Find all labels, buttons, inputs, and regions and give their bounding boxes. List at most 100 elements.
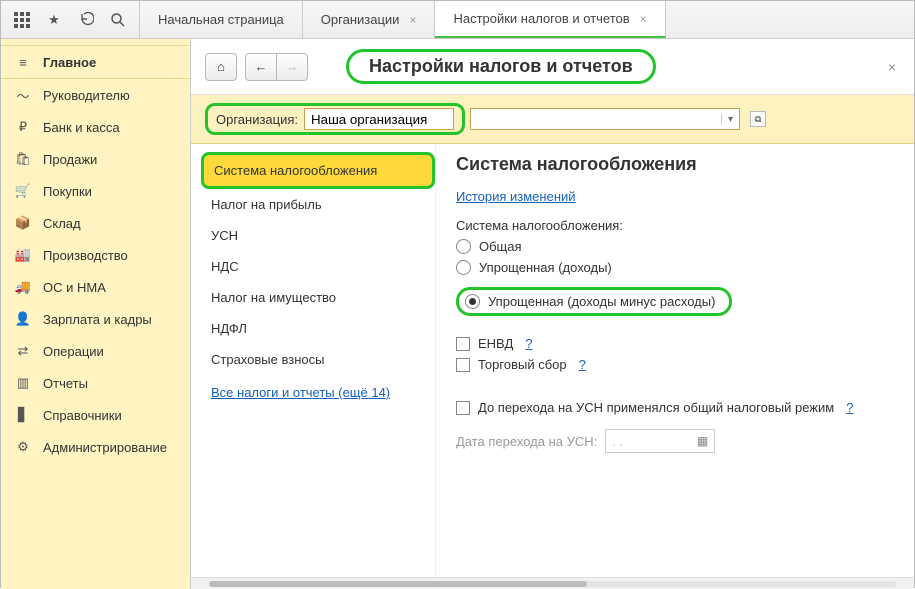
sidebar-item-admin[interactable]: ⚙Администрирование	[1, 431, 190, 463]
help-icon[interactable]: ?	[846, 400, 853, 415]
organization-select[interactable]: ▾	[470, 108, 740, 130]
sidebar-item-hr[interactable]: 👤 Зарплата и кадры	[1, 303, 190, 335]
sidebar-item-reports[interactable]: ▥ Отчеты	[1, 367, 190, 399]
checkbox-icon[interactable]	[456, 358, 470, 372]
section-profit-tax[interactable]: Налог на прибыль	[201, 189, 435, 220]
tab-organizations[interactable]: Организации×	[303, 1, 436, 38]
sidebar-item-purchases[interactable]: 🛒Покупки	[1, 175, 190, 207]
arrow-right-icon: →	[286, 59, 299, 74]
person-icon: 👤	[15, 311, 31, 327]
sidebar-item-bank[interactable]: ₽ Банк и касса	[1, 111, 190, 143]
radio-label: Упрощенная (доходы)	[479, 260, 612, 275]
all-taxes-link[interactable]: Все налоги и отчеты (ещё 14)	[201, 375, 400, 400]
tab-label: Настройки налогов и отчетов	[453, 11, 629, 26]
section-vat[interactable]: НДС	[201, 251, 435, 282]
sidebar-item-label: Производство	[43, 248, 128, 263]
organization-input[interactable]	[304, 108, 454, 130]
radio-general[interactable]: Общая	[456, 239, 894, 254]
sidebar-item-manager[interactable]: 〜Руководителю	[1, 79, 190, 111]
sidebar-item-label: Продажи	[43, 152, 97, 167]
apps-icon[interactable]	[13, 11, 31, 29]
back-button[interactable]: ←	[245, 53, 277, 81]
section-ndfl[interactable]: НДФЛ	[201, 313, 435, 344]
sidebar-item-production[interactable]: 🏭Производство	[1, 239, 190, 271]
section-tax-system[interactable]: Система налогообложения	[201, 152, 435, 189]
close-icon[interactable]: ×	[409, 13, 416, 27]
chevron-down-icon[interactable]: ▾	[721, 114, 739, 125]
help-icon[interactable]: ?	[579, 357, 586, 372]
ruble-icon: ₽	[15, 119, 31, 135]
section-label: НДС	[211, 259, 239, 274]
search-icon[interactable]	[109, 11, 127, 29]
tab-tax-settings[interactable]: Настройки налогов и отчетов ×	[435, 1, 665, 38]
checkbox-trade-fee[interactable]: Торговый сбор ?	[456, 357, 894, 372]
horizontal-scrollbar[interactable]	[191, 577, 914, 589]
box-icon: 📦	[15, 215, 31, 231]
sidebar-item-assets[interactable]: 🚚ОС и НМА	[1, 271, 190, 303]
radio-label: Общая	[479, 239, 522, 254]
page-toolbar: ⌂ ← → Настройки налогов и отчетов ×	[191, 39, 914, 95]
truck-icon: 🚚	[15, 279, 31, 295]
sidebar-item-references[interactable]: ▋Справочники	[1, 399, 190, 431]
scroll-thumb[interactable]	[209, 581, 587, 587]
home-button[interactable]: ⌂	[205, 53, 237, 81]
page-title: Настройки налогов и отчетов	[346, 49, 656, 84]
checkbox-label: ЕНВД	[478, 336, 513, 351]
forward-button[interactable]: →	[276, 53, 308, 81]
swap-icon: ⇄	[15, 343, 31, 359]
panel-heading: Система налогообложения	[456, 154, 894, 175]
sidebar-item-operations[interactable]: ⇄ Операции	[1, 335, 190, 367]
section-label: Налог на прибыль	[211, 197, 322, 212]
content-row: Система налогообложения Налог на прибыль…	[191, 144, 914, 577]
checkbox-envd[interactable]: ЕНВД ?	[456, 336, 894, 351]
sidebar-item-label: Главное	[43, 55, 96, 70]
checkbox-pre-usn-general-regime[interactable]: До перехода на УСН применялся общий нало…	[456, 400, 894, 415]
tab-strip: Начальная страница Организации× Настройк…	[140, 1, 666, 38]
section-label: НДФЛ	[211, 321, 247, 336]
sidebar-item-label: Зарплата и кадры	[43, 312, 152, 327]
section-usn[interactable]: УСН	[201, 220, 435, 251]
sidebar-item-sales[interactable]: 🛍 Продажи	[1, 143, 190, 175]
sidebar-item-label: Отчеты	[43, 376, 88, 391]
book-icon: ▋	[15, 407, 31, 423]
organization-bar: Организация: ▾ ⧉	[191, 95, 914, 144]
sidebar-item-label: Операции	[43, 344, 104, 359]
sidebar-item-main[interactable]: ≡Главное	[1, 45, 190, 79]
history-link[interactable]: История изменений	[456, 189, 576, 204]
checkbox-label: Торговый сбор	[478, 357, 567, 372]
help-icon[interactable]: ?	[525, 336, 532, 351]
checkbox-icon[interactable]	[456, 337, 470, 351]
sidebar: ≡Главное 〜Руководителю ₽ Банк и касса 🛍 Пр…	[1, 39, 191, 589]
section-label: Налог на имущество	[211, 290, 336, 305]
star-icon[interactable]: ★	[45, 11, 63, 29]
sidebar-item-label: Склад	[43, 216, 81, 231]
main-area: ⌂ ← → Настройки налогов и отчетов × Орга…	[191, 39, 914, 589]
popup-open-icon[interactable]: ⧉	[750, 111, 766, 127]
organization-label: Организация:	[216, 112, 298, 127]
sidebar-item-label: Администрирование	[43, 440, 167, 455]
sidebar-item-label: Банк и касса	[43, 120, 120, 135]
history-icon[interactable]	[77, 11, 95, 29]
radio-icon[interactable]	[456, 239, 471, 254]
radio-usn-income[interactable]: Упрощенная (доходы)	[456, 260, 894, 275]
close-icon[interactable]: ×	[640, 12, 647, 26]
checkbox-icon[interactable]	[456, 401, 470, 415]
nav-buttons: ← →	[245, 53, 308, 81]
section-label: Система налогообложения	[214, 163, 377, 178]
calendar-icon[interactable]: ▦	[697, 434, 708, 448]
detail-panel: Система налогообложения История изменени…	[436, 144, 914, 577]
bars-icon: ▥	[15, 375, 31, 391]
section-property-tax[interactable]: Налог на имущество	[201, 282, 435, 313]
scroll-track[interactable]	[209, 581, 896, 587]
radio-icon[interactable]	[456, 260, 471, 275]
top-bar: ★ Начальная страница Организации× Настро…	[1, 1, 914, 39]
radio-group-label: Система налогообложения:	[456, 218, 894, 233]
close-page-button[interactable]: ×	[884, 55, 900, 79]
sidebar-item-warehouse[interactable]: 📦 Склад	[1, 207, 190, 239]
bag-icon: 🛍	[15, 151, 31, 167]
section-insurance[interactable]: Страховые взносы	[201, 344, 435, 375]
radio-usn-income-minus-expenses[interactable]: Упрощенная (доходы минус расходы)	[456, 287, 732, 316]
usn-date-input[interactable]: . . ▦	[605, 429, 715, 453]
tab-home[interactable]: Начальная страница	[140, 1, 303, 38]
radio-icon[interactable]	[465, 294, 480, 309]
